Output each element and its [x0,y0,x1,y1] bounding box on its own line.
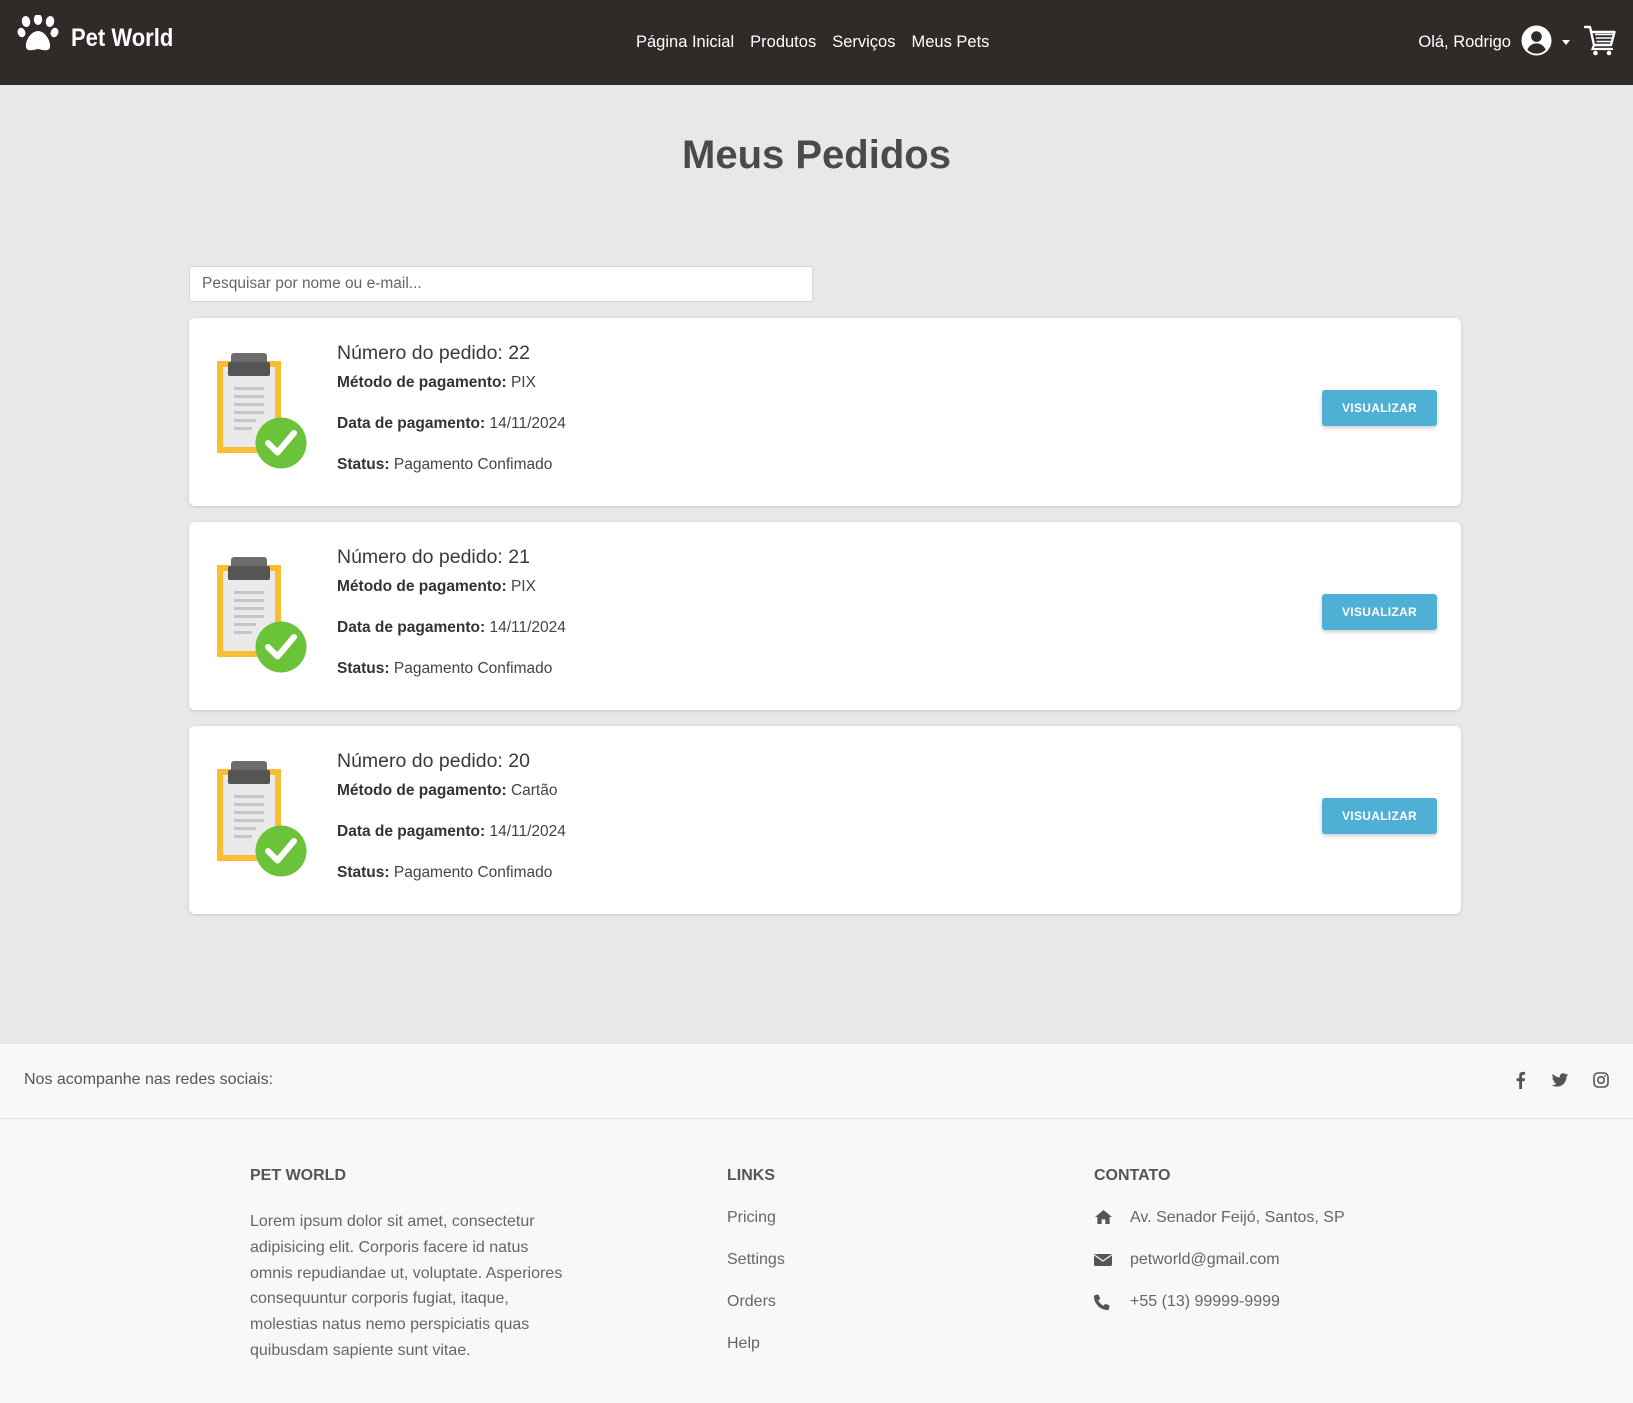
footer-link-pricing[interactable]: Pricing [727,1209,785,1251]
status-label: Status: [337,864,390,881]
status-value: Pagamento Confimado [393,660,553,677]
nav-link-home[interactable]: Página Inicial [636,33,734,52]
twitter-icon[interactable] [1551,1071,1569,1094]
order-info: Número do pedido: 21 Método de pagamento… [337,546,566,701]
navbar: Pet World Página Inicial Produtos Serviç… [0,0,1633,85]
social-text: Nos acompanhe nas redes sociais: [24,1071,274,1088]
nav-link-services[interactable]: Serviços [832,33,895,52]
payment-method-label: Método de pagamento: [337,374,507,391]
order-info: Número do pedido: 20 Método de pagamento… [337,750,566,905]
status-row: Status: Pagamento Confimado [337,456,566,497]
footer-link-help[interactable]: Help [727,1335,785,1377]
view-order-button[interactable]: VISUALIZAR [1322,390,1437,426]
user-account-icon [1521,24,1552,61]
footer-about-heading: PET WORLD [250,1167,346,1184]
contact-email: petworld@gmail.com [1094,1251,1345,1293]
orders-list: Número do pedido: 22 Método de pagamento… [189,318,1461,930]
phone-icon [1094,1293,1130,1315]
footer-contact: CONTATO Av. Senador Feijó, Santos, SP pe… [1094,1167,1345,1335]
payment-date-row: Data de pagamento: 14/11/2024 [337,619,566,660]
payment-date-value: 14/11/2024 [489,619,566,636]
footer-about: PET WORLD Lorem ipsum dolor sit amet, co… [250,1167,570,1364]
clipboard-check-icon [215,761,307,882]
payment-date-label: Data de pagamento: [337,619,486,636]
payment-method-value: PIX [510,578,536,595]
payment-date-label: Data de pagamento: [337,415,486,432]
cart-icon[interactable] [1583,24,1616,61]
status-row: Status: Pagamento Confimado [337,864,566,905]
contact-address-text: Av. Senador Feijó, Santos, SP [1130,1209,1345,1226]
social-bar: Nos acompanhe nas redes sociais: [0,1044,1633,1119]
nav-link-my-pets[interactable]: Meus Pets [911,33,989,52]
chevron-down-icon [1562,40,1570,45]
footer-link-settings[interactable]: Settings [727,1251,785,1293]
user-menu-button[interactable] [1521,24,1584,61]
nav-link-products[interactable]: Produtos [750,33,816,52]
status-value: Pagamento Confimado [393,864,553,881]
footer-links-heading: LINKS [727,1167,775,1184]
status-label: Status: [337,456,390,473]
payment-date-value: 14/11/2024 [489,823,566,840]
payment-date-label: Data de pagamento: [337,823,486,840]
order-card: Número do pedido: 21 Método de pagamento… [189,522,1461,710]
status-value: Pagamento Confimado [393,456,553,473]
footer: PET WORLD Lorem ipsum dolor sit amet, co… [0,1119,1633,1403]
payment-date-row: Data de pagamento: 14/11/2024 [337,823,566,864]
facebook-icon[interactable] [1513,1071,1527,1094]
instagram-icon[interactable] [1593,1071,1609,1094]
order-card: Número do pedido: 22 Método de pagamento… [189,318,1461,506]
footer-contact-heading: CONTATO [1094,1167,1171,1184]
payment-method-label: Método de pagamento: [337,782,507,799]
user-area: Olá, Rodrigo [1418,0,1616,85]
envelope-icon [1094,1251,1130,1272]
view-order-button[interactable]: VISUALIZAR [1322,594,1437,630]
view-order-button[interactable]: VISUALIZAR [1322,798,1437,834]
footer-links: LINKS Pricing Settings Orders Help [727,1167,785,1377]
brand-name: Pet World [71,23,174,52]
social-icons [1489,1071,1609,1094]
main-nav: Página Inicial Produtos Serviços Meus Pe… [636,0,1005,85]
contact-address: Av. Senador Feijó, Santos, SP [1094,1209,1345,1251]
home-icon [1094,1209,1130,1230]
paw-icon [17,15,59,55]
status-row: Status: Pagamento Confimado [337,660,566,701]
order-card: Número do pedido: 20 Método de pagamento… [189,726,1461,914]
payment-method-value: PIX [510,374,536,391]
order-number: Número do pedido: 20 [337,750,530,772]
clipboard-check-icon [215,353,307,474]
payment-method-row: Método de pagamento: PIX [337,578,566,619]
payment-method-label: Método de pagamento: [337,578,507,595]
page-title: Meus Pedidos [682,133,951,177]
order-number: Número do pedido: 21 [337,546,530,568]
payment-method-row: Método de pagamento: Cartão [337,782,566,823]
contact-phone-text: +55 (13) 99999-9999 [1130,1293,1280,1310]
search-input[interactable] [189,266,813,302]
payment-date-row: Data de pagamento: 14/11/2024 [337,415,566,456]
clipboard-check-icon [215,557,307,678]
payment-date-value: 14/11/2024 [489,415,566,432]
user-greeting: Olá, Rodrigo [1418,33,1511,51]
contact-email-text[interactable]: petworld@gmail.com [1130,1251,1280,1269]
footer-about-text: Lorem ipsum dolor sit amet, consectetur … [250,1213,563,1359]
payment-method-value: Cartão [510,782,558,799]
order-number: Número do pedido: 22 [337,342,530,364]
brand-logo[interactable]: Pet World [17,15,187,55]
status-label: Status: [337,660,390,677]
payment-method-row: Método de pagamento: PIX [337,374,566,415]
order-info: Número do pedido: 22 Método de pagamento… [337,342,566,497]
footer-link-orders[interactable]: Orders [727,1293,785,1335]
contact-phone: +55 (13) 99999-9999 [1094,1293,1345,1335]
